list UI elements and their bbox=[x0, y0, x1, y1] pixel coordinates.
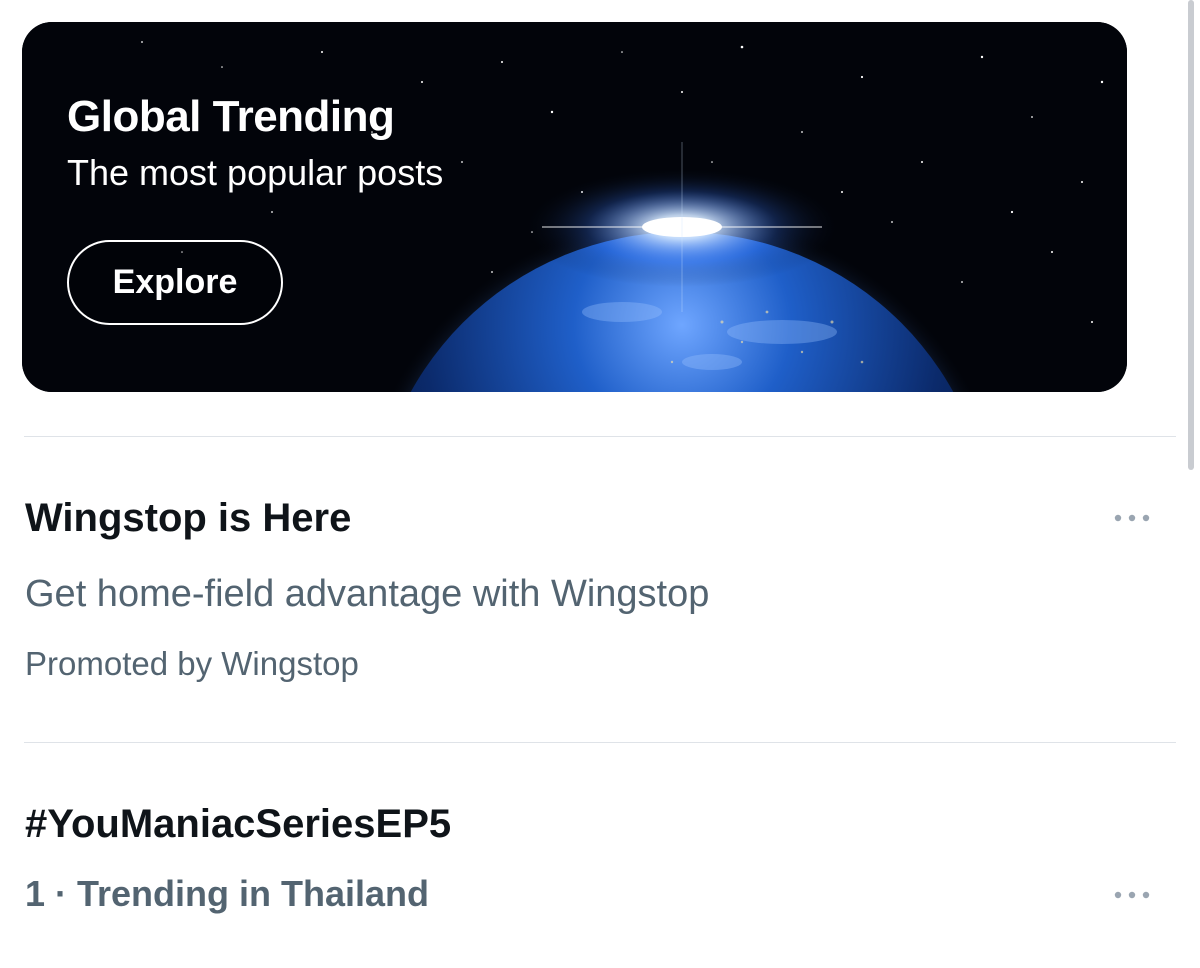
promoted-label: Promoted by Wingstop bbox=[25, 645, 359, 682]
more-horizontal-icon bbox=[1114, 514, 1150, 522]
more-options-button[interactable] bbox=[1108, 503, 1156, 533]
trend-title: #YouManiacSeriesEP5 bbox=[25, 802, 452, 846]
scrollbar[interactable] bbox=[1188, 0, 1194, 470]
earth-space-image bbox=[22, 22, 1127, 392]
trend-description: Get home-field advantage with Wingstop bbox=[25, 573, 710, 615]
trend-title: Wingstop is Here bbox=[25, 496, 352, 540]
banner-title: Global Trending bbox=[67, 92, 395, 141]
more-options-button[interactable] bbox=[1108, 880, 1156, 910]
banner-subtitle: The most popular posts bbox=[67, 152, 444, 193]
global-trending-banner[interactable]: Global Trending The most popular posts E… bbox=[22, 22, 1127, 392]
trend-rank-location: 1 · Trending in Thailand bbox=[25, 873, 430, 914]
explore-button[interactable]: Explore bbox=[67, 240, 283, 325]
divider bbox=[24, 742, 1176, 743]
more-horizontal-icon bbox=[1114, 891, 1150, 899]
explore-page: Global Trending The most popular posts E… bbox=[0, 0, 1200, 968]
divider bbox=[24, 436, 1176, 437]
